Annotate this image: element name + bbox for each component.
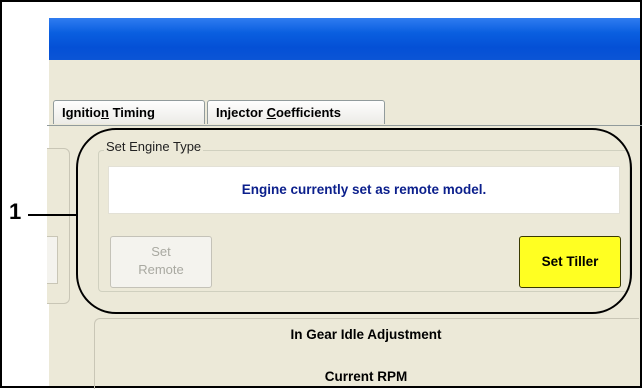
- tab-accelerator-key: n: [101, 105, 109, 120]
- left-button-edge: [47, 236, 58, 284]
- callout-outline: [76, 128, 632, 314]
- window-titlebar: [49, 18, 640, 60]
- tab-label: Timing: [108, 105, 155, 120]
- tab-label: oefficients: [275, 105, 341, 120]
- tab-injector-coefficients[interactable]: Injector Coefficients: [207, 100, 385, 124]
- callout-leader-line: [28, 214, 76, 216]
- idle-adjustment-title: In Gear Idle Adjustment: [290, 327, 442, 342]
- current-rpm-label: Current RPM: [324, 369, 408, 384]
- tab-divider: [47, 125, 642, 126]
- callout-number: 1: [9, 199, 22, 224]
- tab-ignition-timing[interactable]: Ignition Timing: [53, 100, 205, 124]
- tab-label: Ignitio: [62, 105, 101, 120]
- tab-label: Injector: [216, 105, 267, 120]
- tab-strip: Ignition Timing Injector Coefficients: [47, 100, 642, 126]
- tab-accelerator-key: C: [266, 105, 276, 120]
